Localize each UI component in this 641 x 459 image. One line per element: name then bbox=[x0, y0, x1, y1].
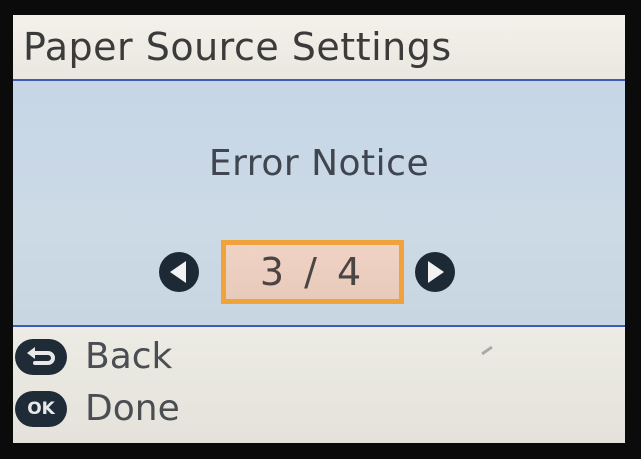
ok-key-text: OK bbox=[27, 399, 55, 419]
screen-scratch bbox=[481, 345, 493, 356]
page-indicator: 3 / 4 bbox=[221, 240, 404, 304]
error-notice-label: Error Notice bbox=[208, 143, 430, 184]
back-label: Back bbox=[85, 336, 173, 377]
page-selector: 3 / 4 bbox=[13, 236, 625, 304]
footer-panel: Back OK Done bbox=[13, 327, 625, 443]
device-bezel: Paper Source Settings Error Notice 3 / 4 bbox=[0, 0, 641, 459]
ok-icon: OK bbox=[15, 391, 67, 427]
done-label: Done bbox=[85, 388, 180, 429]
main-panel: Error Notice 3 / 4 bbox=[13, 81, 625, 325]
right-arrow-icon[interactable] bbox=[415, 252, 455, 292]
title-bar: Paper Source Settings bbox=[13, 15, 625, 81]
back-icon bbox=[15, 339, 67, 375]
left-arrow-icon[interactable] bbox=[159, 252, 199, 292]
lcd-screen: Paper Source Settings Error Notice 3 / 4 bbox=[13, 15, 625, 443]
page-title: Paper Source Settings bbox=[23, 25, 452, 69]
